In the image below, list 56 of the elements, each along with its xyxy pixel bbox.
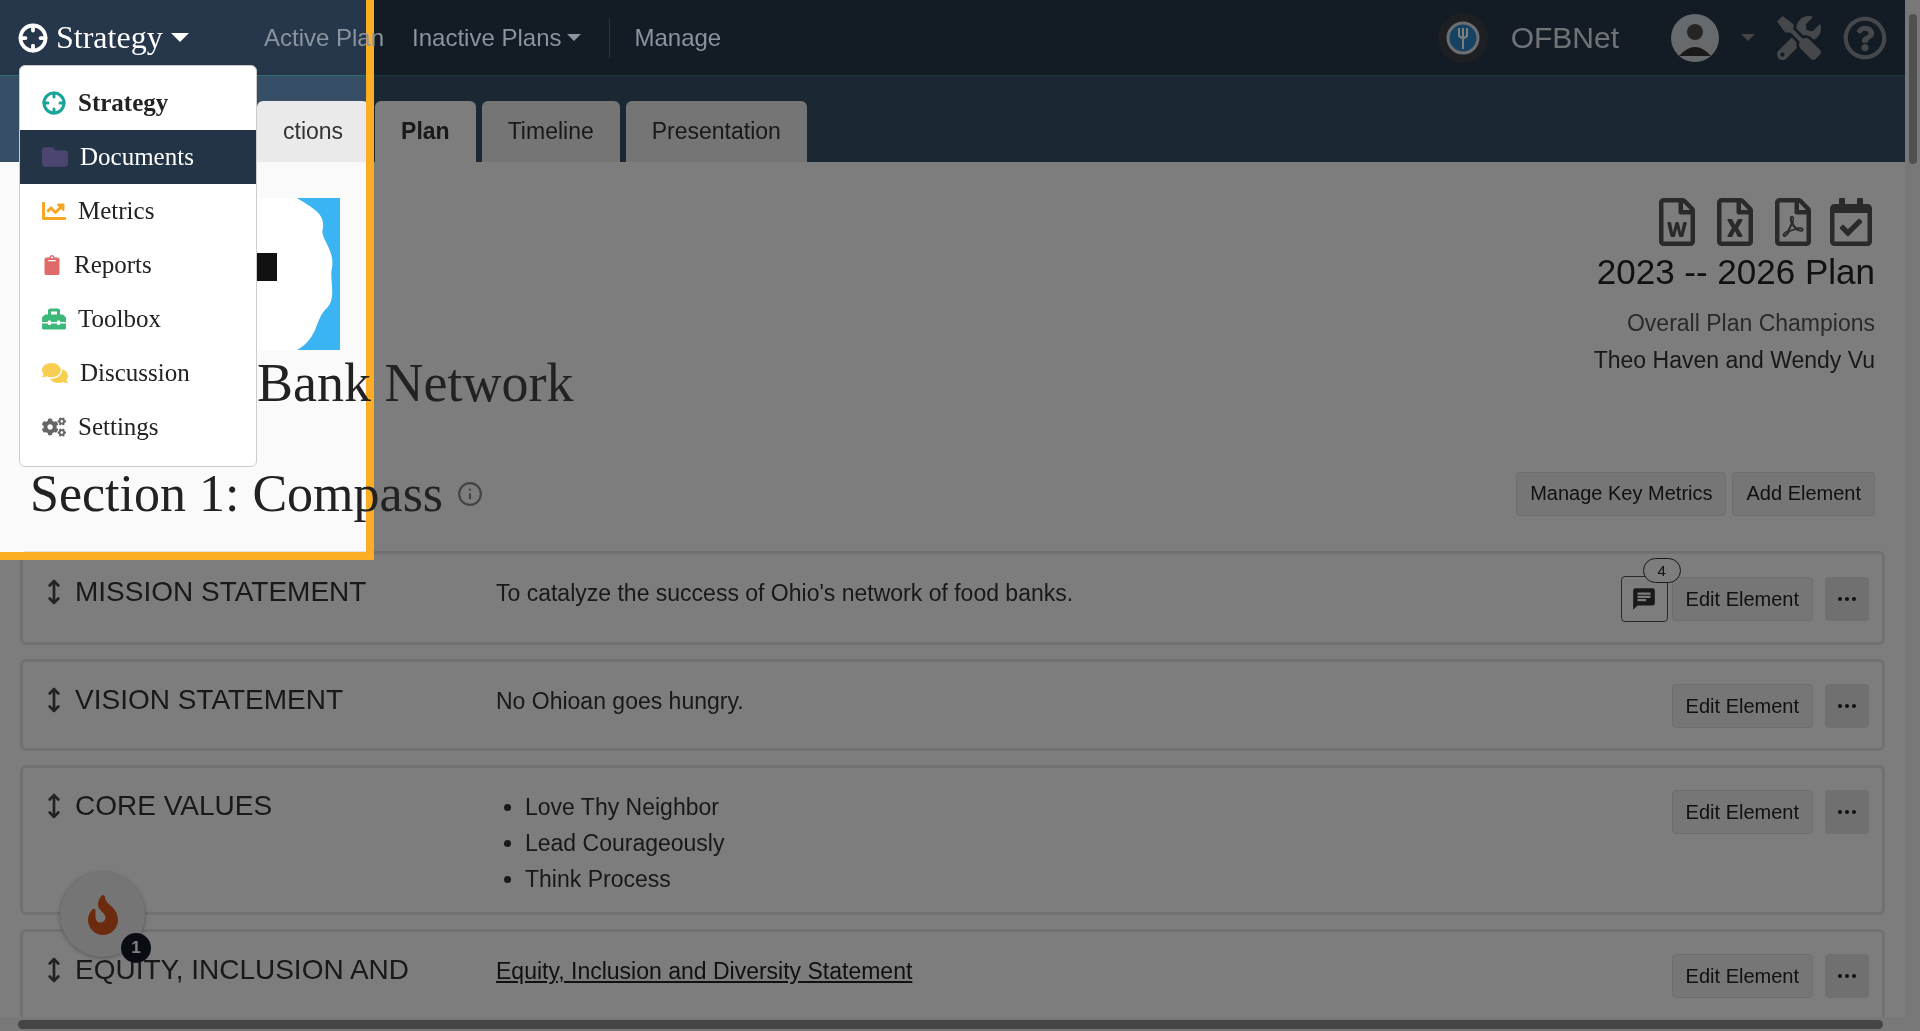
horizontal-scrollbar[interactable] — [0, 1017, 1905, 1031]
brand-menu-toggle[interactable]: Strategy — [56, 19, 163, 56]
document-link[interactable]: Equity, Inclusion and Diversity Statement — [496, 958, 913, 984]
caret-icon[interactable] — [170, 33, 189, 42]
plan-period: 2023 -- 2026 Plan — [1596, 252, 1875, 292]
info-icon[interactable] — [457, 480, 484, 507]
fork-logo-icon — [1436, 11, 1489, 64]
section-button[interactable]: Add Element — [1732, 471, 1875, 516]
champions-names: Theo Haven and Wendy Vu — [1593, 347, 1875, 374]
menu-item[interactable]: Documents — [20, 130, 256, 184]
element-text: To catalyze the success of Ohio's network of food banks. — [496, 580, 1074, 606]
clipboard-icon — [42, 255, 62, 275]
element-title: MISSION STATEMENT — [75, 576, 367, 608]
comments-button[interactable] — [1620, 576, 1668, 622]
crosshair-icon — [18, 22, 48, 53]
list-item: Lead Courageously — [525, 830, 725, 856]
bullet-icon — [504, 839, 511, 847]
tab[interactable]: Plan — [375, 101, 476, 162]
edit-element-button[interactable]: Edit Element — [1671, 577, 1813, 621]
list-item: Love Thy Neighbor — [525, 794, 719, 820]
edit-element-button[interactable]: Edit Element — [1671, 790, 1813, 834]
vertical-scrollbar[interactable] — [1905, 0, 1920, 1031]
list-item: Think Process — [525, 866, 671, 892]
champions-label: Overall Plan Champions — [1627, 310, 1875, 337]
bullet-icon — [504, 875, 511, 883]
tab[interactable]: Timeline — [481, 101, 620, 162]
chat-icon — [1631, 586, 1658, 612]
nav-link[interactable]: Inactive Plans — [412, 23, 582, 52]
element-title: CORE VALUES — [75, 790, 273, 822]
menu-item[interactable]: Discussion — [20, 346, 256, 400]
edit-element-button[interactable]: Edit Element — [1671, 684, 1813, 728]
crosshair-icon — [42, 91, 66, 115]
avatar-icon[interactable] — [1671, 13, 1719, 62]
settings-icon — [42, 415, 66, 439]
caret-icon — [567, 34, 582, 41]
menu-item[interactable]: Metrics — [20, 184, 256, 238]
menu-item[interactable]: Toolbox — [20, 292, 256, 346]
element-title: VISION STATEMENT — [75, 684, 344, 716]
menu-item[interactable]: Strategy — [20, 76, 256, 130]
chat-bubbles-icon — [42, 360, 68, 386]
organization-name: OFBNet — [1510, 20, 1619, 55]
tools-icon[interactable] — [1777, 15, 1821, 60]
folder-icon — [42, 144, 68, 170]
bullet-icon — [504, 803, 511, 811]
menu-item[interactable]: Reports — [20, 238, 256, 292]
element-text: No Ohioan goes hungry. — [496, 688, 744, 714]
edit-element-button[interactable]: Edit Element — [1671, 954, 1813, 998]
menu-item[interactable]: Settings — [20, 400, 256, 454]
nav-link[interactable]: Manage — [634, 23, 722, 52]
toolbox-icon — [42, 307, 66, 331]
help-icon[interactable] — [1843, 15, 1887, 60]
line-chart-icon — [42, 199, 66, 223]
section-button[interactable]: Manage Key Metrics — [1516, 471, 1727, 516]
comment-count: 4 — [1642, 558, 1681, 583]
tab[interactable]: Presentation — [625, 101, 807, 162]
calendar-check-icon[interactable] — [1827, 198, 1875, 246]
